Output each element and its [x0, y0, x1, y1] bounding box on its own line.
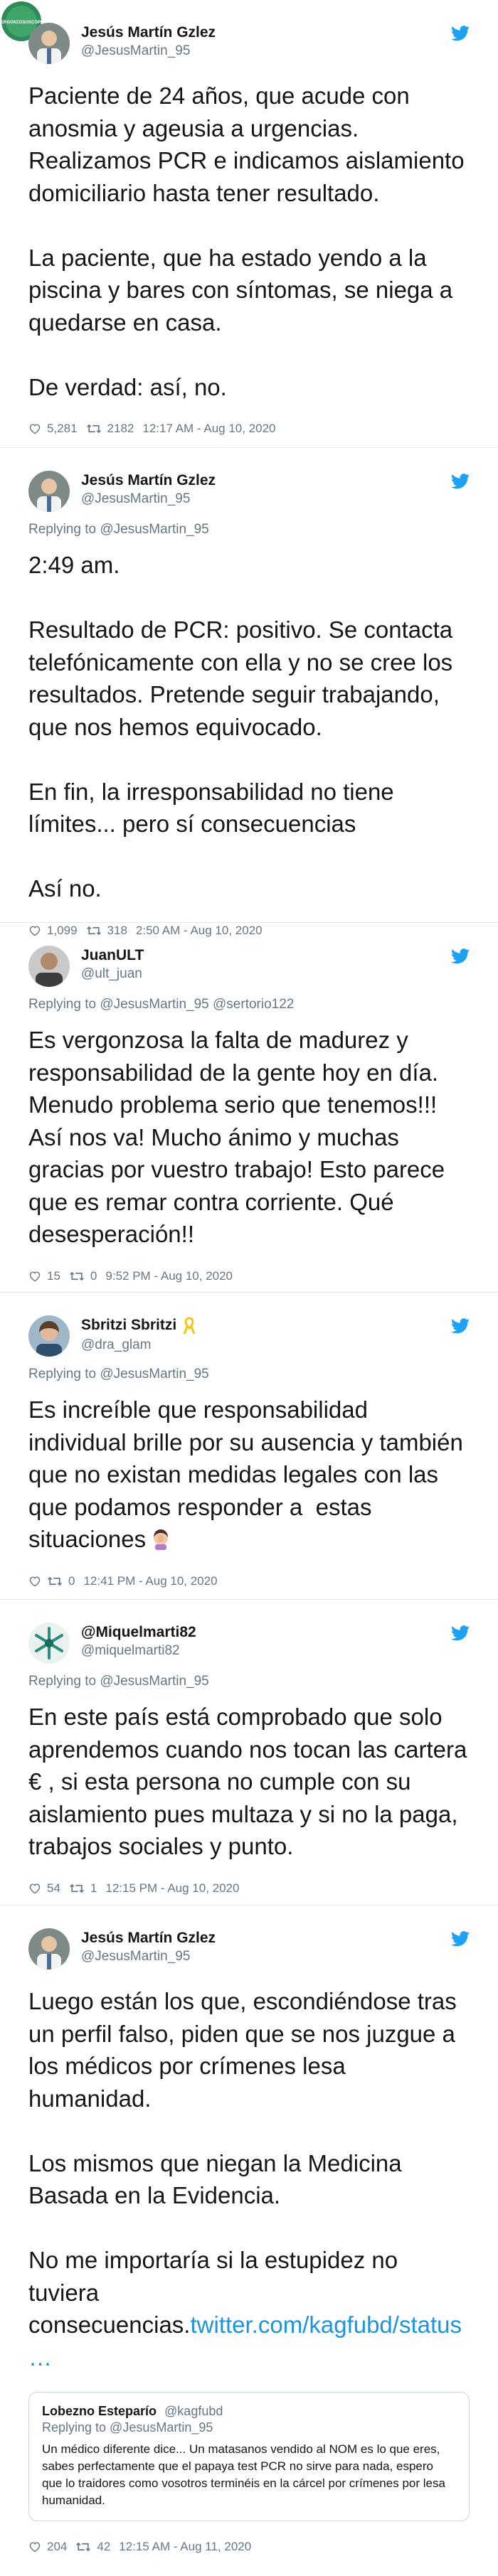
- retweet-icon[interactable]: [69, 1271, 85, 1282]
- tweet-body-text: Luego están los que, escondiéndose tras …: [28, 1988, 457, 2339]
- tweet: Jesús Martín Gzlez @JesusMartin_95 Reply…: [0, 448, 498, 937]
- heart-icon[interactable]: [28, 1883, 41, 1894]
- reply-to-line[interactable]: Replying to @JesusMartin_95: [28, 1674, 470, 1689]
- woman-avatar[interactable]: [28, 1315, 70, 1357]
- ribbon-icon: [183, 1317, 196, 1335]
- author-handle[interactable]: @dra_glam: [81, 1337, 196, 1353]
- timestamp[interactable]: 12:15 AM - Aug 11, 2020: [119, 2540, 251, 2554]
- twitter-bird-icon[interactable]: [451, 1931, 470, 1947]
- tweet-header: Jesús Martín Gzlez @JesusMartin_95: [28, 21, 470, 71]
- snowflake-avatar[interactable]: [28, 1623, 70, 1664]
- retweet-count: 2182: [107, 422, 134, 436]
- person-avatar[interactable]: [28, 946, 70, 987]
- twitter-bird-icon[interactable]: [451, 1625, 470, 1641]
- author-name[interactable]: Jesús Martín Gzlez: [81, 1930, 216, 1947]
- twitter-bird-icon[interactable]: [451, 948, 470, 964]
- tweet-body: 2:49 am. Resultado de PCR: positivo. Se …: [28, 552, 453, 902]
- tweet-body: Paciente de 24 años, que acude con anosm…: [28, 82, 465, 400]
- retweet-count: 0: [90, 1268, 97, 1283]
- reply-to-line[interactable]: Replying to @JesusMartin_95: [28, 522, 470, 538]
- author-name[interactable]: Sbritzi Sbritzi: [81, 1317, 176, 1334]
- like-count: 204: [47, 2539, 68, 2553]
- quoted-tweet[interactable]: Lobezno Esteparío @kagfubd Replying to @…: [28, 2392, 470, 2521]
- reply-to-line[interactable]: Replying to @JesusMartin_95: [28, 1367, 470, 1382]
- tweet-body-text: Es increíble que responsabilidad individ…: [28, 1396, 470, 1553]
- tweet-thread: VERGONZOSOSCOPIA Jesús Martín Gzlez @Jes…: [0, 0, 498, 2574]
- tweet: @Miquelmarti82 @miquelmarti82 Replying t…: [0, 1600, 498, 1906]
- twitter-bird-icon[interactable]: [451, 26, 470, 41]
- timestamp[interactable]: 12:17 AM - Aug 10, 2020: [142, 422, 275, 436]
- heart-icon[interactable]: [28, 1576, 41, 1587]
- like-count: 54: [47, 1881, 60, 1895]
- author-handle[interactable]: @miquelmarti82: [81, 1643, 196, 1659]
- timestamp[interactable]: 12:15 PM - Aug 10, 2020: [105, 1881, 239, 1896]
- author-name[interactable]: @Miquelmarti82: [81, 1624, 196, 1641]
- retweet-icon[interactable]: [47, 1576, 63, 1587]
- heart-icon[interactable]: [28, 2541, 41, 2553]
- author-name[interactable]: Jesús Martín Gzlez: [81, 24, 216, 41]
- tweet: Sbritzi Sbritzi @dra_glam Replying to @J…: [0, 1293, 498, 1600]
- tweet-meta: 204 42 12:15 AM - Aug 11, 2020: [28, 2540, 470, 2574]
- retweet-count: 0: [68, 1573, 75, 1588]
- twitter-bird-icon[interactable]: [451, 474, 470, 489]
- author-handle[interactable]: @JesusMartin_95: [81, 43, 216, 59]
- like-count: 15: [47, 1268, 60, 1283]
- author-handle[interactable]: @ult_juan: [81, 966, 144, 982]
- author-handle[interactable]: @JesusMartin_95: [81, 1949, 216, 1965]
- tweet-body: Luego están los que, escondiéndose tras …: [28, 1985, 470, 2373]
- tweet: Jesús Martín Gzlez @JesusMartin_95 Pacie…: [0, 0, 498, 448]
- tweet-header: Jesús Martín Gzlez @JesusMartin_95: [28, 1927, 470, 1977]
- timestamp[interactable]: 12:41 PM - Aug 10, 2020: [83, 1574, 217, 1588]
- author-handle[interactable]: @JesusMartin_95: [81, 491, 216, 507]
- quoted-tweet-body: Un médico diferente dice... Un matasanos…: [42, 2442, 445, 2507]
- author-name[interactable]: Jesús Martín Gzlez: [81, 472, 216, 489]
- tweet-header: JuanULT @ult_juan: [28, 944, 470, 994]
- tweet: JuanULT @ult_juan Replying to @JesusMart…: [0, 923, 498, 1293]
- doctor-avatar[interactable]: [28, 471, 70, 512]
- tweet-header: Sbritzi Sbritzi @dra_glam: [28, 1314, 470, 1364]
- doctor-avatar[interactable]: [28, 1928, 70, 1970]
- retweet-icon[interactable]: [75, 2541, 91, 2553]
- timestamp[interactable]: 9:52 PM - Aug 10, 2020: [105, 1269, 233, 1283]
- tweet-header: Jesús Martín Gzlez @JesusMartin_95: [28, 469, 470, 519]
- retweet-count: 42: [97, 2539, 111, 2553]
- facepalm-emoji-icon: [154, 1529, 169, 1551]
- tweet-header: @Miquelmarti82 @miquelmarti82: [28, 1621, 470, 1671]
- retweet-count: 1: [90, 1881, 97, 1895]
- quoted-author-name: Lobezno Esteparío: [42, 2404, 157, 2419]
- reply-to-line[interactable]: Replying to @JesusMartin_95 @sertorio122: [28, 997, 470, 1012]
- tweet-body: Es vergonzosa la falta de madurez y resp…: [28, 1027, 452, 1248]
- retweet-icon[interactable]: [86, 423, 102, 434]
- tweet-body: Es increíble que responsabilidad individ…: [28, 1394, 470, 1556]
- heart-icon[interactable]: [28, 1271, 41, 1282]
- quoted-author-handle: @kagfubd: [164, 2404, 223, 2419]
- author-name[interactable]: JuanULT: [81, 947, 144, 964]
- doctor-avatar[interactable]: [28, 23, 70, 64]
- heart-icon[interactable]: [28, 423, 41, 434]
- retweet-icon[interactable]: [69, 1883, 85, 1894]
- tweet-body: En este país está comprobado que solo ap…: [28, 1704, 474, 1860]
- tweet: Jesús Martín Gzlez @JesusMartin_95 Luego…: [0, 1906, 498, 2574]
- like-count: 5,281: [47, 422, 78, 436]
- quoted-reply-to-line: Replying to @JesusMartin_95: [42, 2420, 213, 2435]
- quoted-tweet-header: Lobezno Esteparío @kagfubd: [42, 2404, 456, 2419]
- twitter-bird-icon[interactable]: [451, 1318, 470, 1334]
